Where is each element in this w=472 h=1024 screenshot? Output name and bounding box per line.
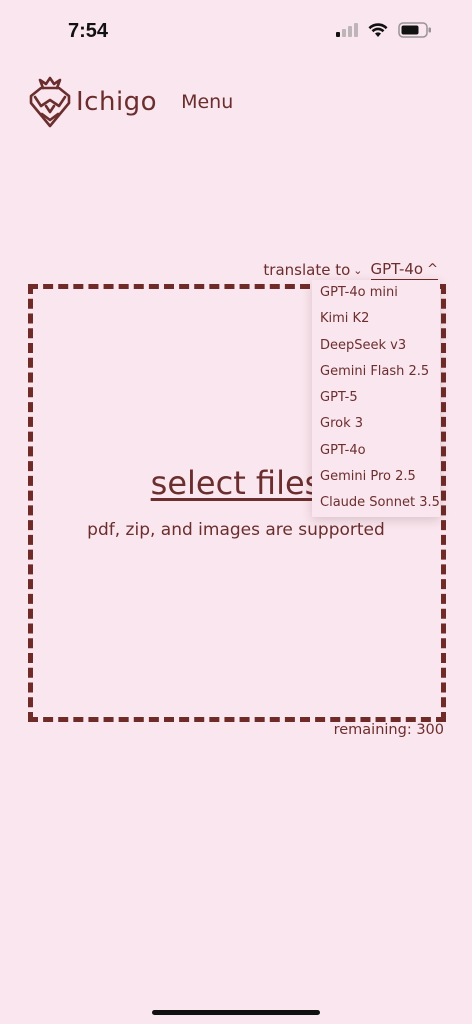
model-option[interactable]: GPT-5 xyxy=(312,385,440,411)
model-option[interactable]: Grok 3 xyxy=(312,411,440,437)
home-indicator[interactable] xyxy=(152,1010,320,1015)
model-option[interactable]: Gemini Flash 2.5 xyxy=(312,359,440,385)
app-header: Ichigo Menu xyxy=(26,76,233,128)
model-option[interactable]: Kimi K2 xyxy=(312,306,440,332)
status-icons xyxy=(336,22,432,38)
remaining-count: remaining: 300 xyxy=(333,722,444,738)
chevron-up-icon: ^ xyxy=(427,261,438,277)
status-bar: 7:54 xyxy=(0,0,472,60)
battery-icon xyxy=(398,22,431,38)
model-option[interactable]: Claude Sonnet 3.5 xyxy=(312,490,440,516)
chevron-down-icon[interactable]: ⌄ xyxy=(353,264,362,277)
selected-model: GPT-4o xyxy=(370,260,424,278)
model-option[interactable]: Gemini Pro 2.5 xyxy=(312,464,440,490)
model-dropdown-menu: GPT-4o mini Kimi K2 DeepSeek v3 Gemini F… xyxy=(312,280,440,517)
wifi-icon xyxy=(368,22,388,37)
strawberry-logo-icon[interactable] xyxy=(26,76,74,128)
supported-formats-text: pdf, zip, and images are supported xyxy=(87,520,385,540)
model-option[interactable]: DeepSeek v3 xyxy=(312,333,440,359)
translate-row: translate to ⌄ GPT-4o ^ xyxy=(263,260,438,280)
model-option[interactable]: GPT-4o xyxy=(312,438,440,464)
menu-button[interactable]: Menu xyxy=(181,91,233,113)
translate-label[interactable]: translate to xyxy=(263,261,350,279)
brand-name[interactable]: Ichigo xyxy=(76,87,157,117)
model-option[interactable]: GPT-4o mini xyxy=(312,280,440,306)
cellular-signal-icon xyxy=(336,23,358,37)
status-time: 7:54 xyxy=(68,20,109,42)
model-select[interactable]: GPT-4o ^ xyxy=(370,260,438,280)
